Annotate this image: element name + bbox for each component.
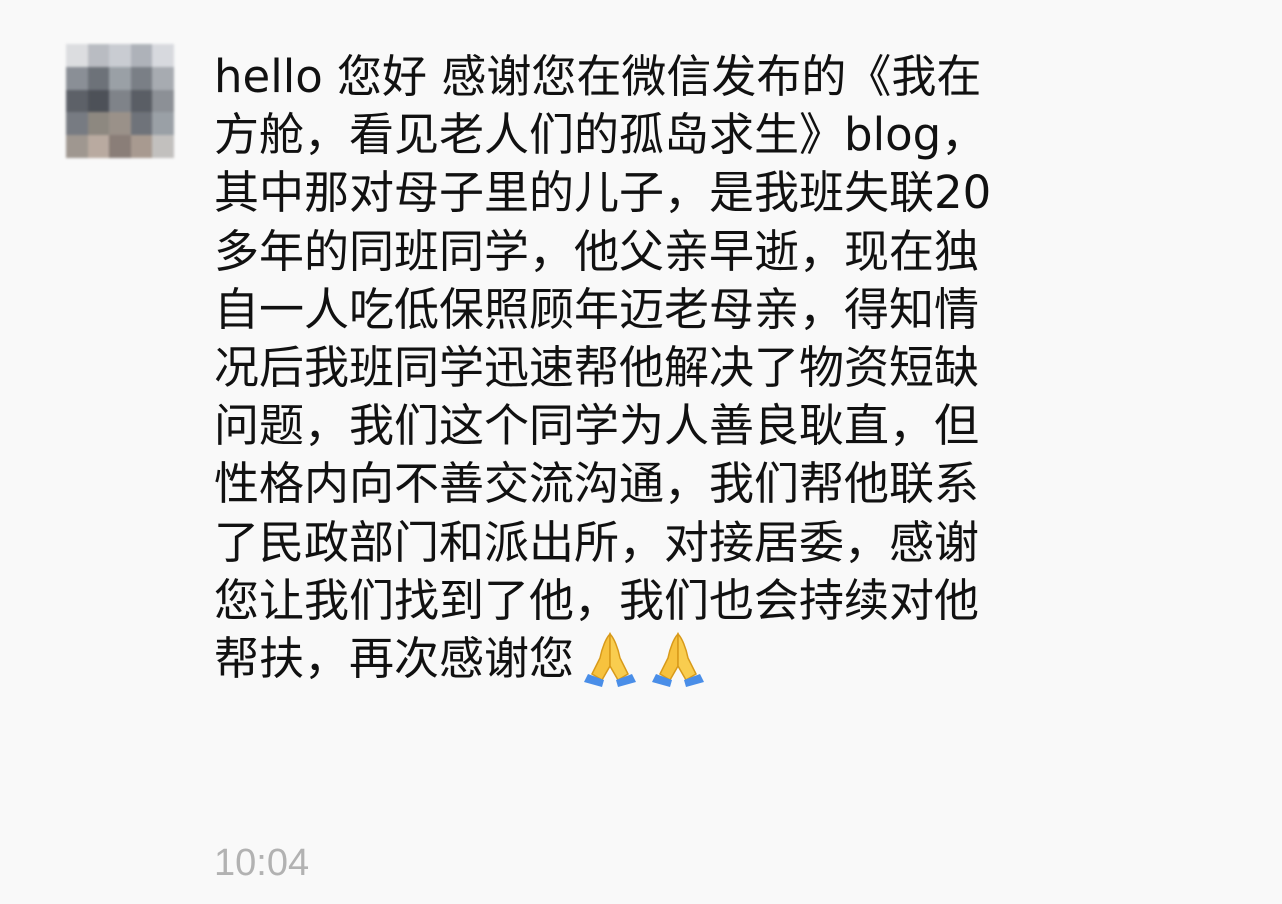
message-line: hello 您好 感谢您在微信发布的《我在 — [214, 50, 982, 103]
message-line: 方舱，看见老人们的孤岛求生》blog， — [214, 108, 987, 162]
folded-hands-icon — [652, 632, 705, 687]
message-line: 自一人吃低保照顾年迈老母亲，得知情 — [214, 282, 980, 336]
message-line: 性格内向不善交流沟通，我们帮他联系 — [214, 457, 980, 511]
folded-hands-icon — [584, 632, 637, 687]
message-line: 多年的同班同学，他父亲早逝，现在独 — [214, 224, 980, 278]
message-line: 其中那对母子里的儿子，是我班失联20 — [214, 166, 992, 220]
chat-message-item: hello 您好 感谢您在微信发布的《我在 方舱，看见老人们的孤岛求生》blog… — [0, 0, 1282, 904]
message-line: 您让我们找到了他，我们也会持续对他 — [214, 573, 980, 627]
message-line: 了民政部门和派出所，对接居委，感谢 — [214, 515, 980, 569]
message-line: 况后我班同学迅速帮他解决了物资短缺 — [214, 340, 980, 394]
message-line-last: 帮扶，再次感谢您 — [214, 630, 1114, 688]
avatar[interactable] — [66, 44, 174, 158]
message-line: 问题，我们这个同学为人善良耿直，但 — [214, 399, 980, 453]
message-text: hello 您好 感谢您在微信发布的《我在 方舱，看见老人们的孤岛求生》blog… — [214, 48, 1114, 688]
message-line-text: 帮扶，再次感谢您 — [214, 631, 575, 685]
message-timestamp: 10:04 — [214, 842, 310, 884]
